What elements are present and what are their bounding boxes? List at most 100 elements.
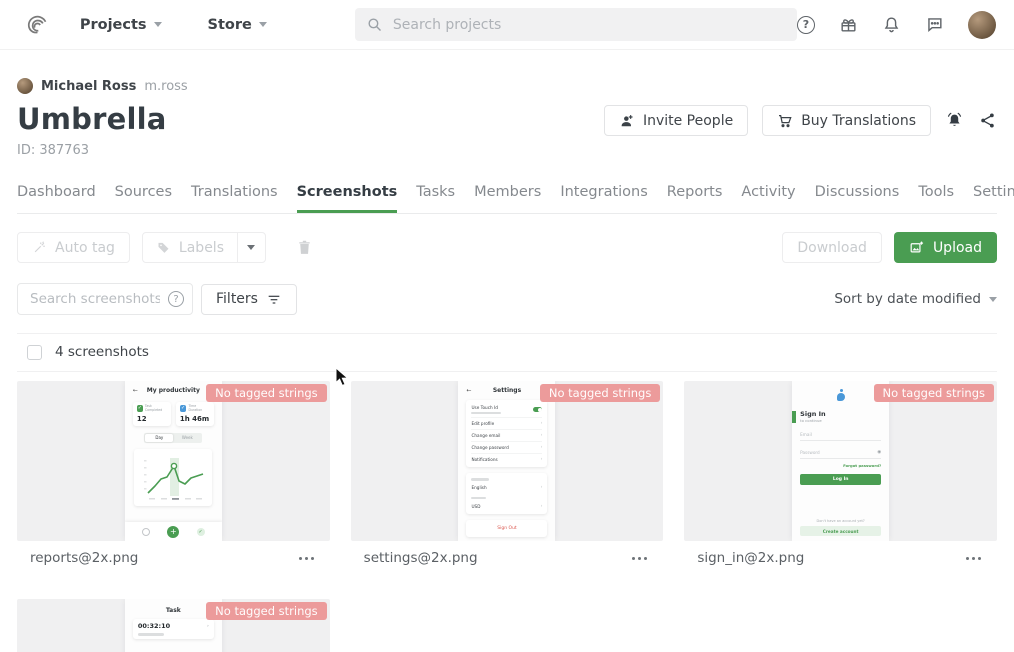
share-icon[interactable] xyxy=(978,111,997,130)
screenshot-filename[interactable]: reports@2x.png xyxy=(30,550,138,566)
download-label: Download xyxy=(797,240,867,256)
check-icon: ✓ xyxy=(197,528,205,536)
selection-row: 4 screenshots xyxy=(17,334,997,372)
search-screenshots-input[interactable] xyxy=(17,283,193,315)
tab-tools[interactable]: Tools xyxy=(918,184,954,213)
page-title: Umbrella xyxy=(17,102,167,136)
card-menu-button[interactable] xyxy=(630,553,649,564)
clock-icon: ✓ xyxy=(180,405,187,412)
check-icon: ✓ xyxy=(137,405,143,412)
filter-row: ? Filters Sort by date modified xyxy=(17,283,997,315)
status-badge: No tagged strings xyxy=(540,384,660,402)
preview-chart xyxy=(134,449,212,506)
screenshot-card-task: No tagged strings Task ⋯ 00:32:10 › xyxy=(17,599,330,652)
tab-dashboard[interactable]: Dashboard xyxy=(17,184,96,213)
preview-title: Task ⋯ xyxy=(133,607,214,614)
person-add-icon xyxy=(619,113,635,129)
preview-title: ← My productivity xyxy=(133,387,214,394)
project-actions: Invite People Buy Translations xyxy=(604,105,997,136)
toolbar-right: Download Upload xyxy=(782,232,997,263)
preview-reports: ← My productivity ✓ Task Completed 12 xyxy=(125,381,222,541)
nav-store-label: Store xyxy=(208,17,252,33)
status-badge: No tagged strings xyxy=(206,602,326,620)
owner-name[interactable]: Michael Ross xyxy=(41,79,136,94)
delete-icon[interactable] xyxy=(296,239,313,256)
screenshot-thumbnail[interactable]: No tagged strings ← My productivity ✓ Ta… xyxy=(17,381,330,541)
labels-split-button: Labels xyxy=(142,232,266,263)
help-icon[interactable]: ? xyxy=(797,16,815,34)
search-projects-input[interactable] xyxy=(355,8,797,41)
tag-icon xyxy=(156,240,171,255)
messages-icon[interactable] xyxy=(925,15,944,34)
chevron-down-icon xyxy=(154,22,162,27)
tab-translations[interactable]: Translations xyxy=(191,184,278,213)
cart-icon xyxy=(777,113,793,129)
clock-icon xyxy=(142,528,150,536)
screenshot-filename[interactable]: sign_in@2x.png xyxy=(697,550,804,566)
plus-icon: + xyxy=(167,526,179,538)
notifications-bell-icon[interactable] xyxy=(882,15,901,34)
preview-toggle: Day Week xyxy=(144,433,202,443)
tab-members[interactable]: Members xyxy=(474,184,541,213)
chevron-down-icon xyxy=(247,245,255,250)
top-nav: Projects Store ? xyxy=(0,0,1014,50)
nav-store[interactable]: Store xyxy=(208,17,267,33)
tab-reports[interactable]: Reports xyxy=(667,184,723,213)
nav-projects-label: Projects xyxy=(80,17,147,33)
select-all-checkbox[interactable] xyxy=(27,345,42,360)
labels-button[interactable]: Labels xyxy=(143,233,238,262)
upload-button[interactable]: Upload xyxy=(894,232,997,263)
preview-bottom-bar: + ✓ xyxy=(125,522,222,541)
card-menu-button[interactable] xyxy=(964,553,983,564)
invite-people-label: Invite People xyxy=(643,113,733,129)
auto-tag-button[interactable]: Auto tag xyxy=(17,232,130,263)
screenshot-thumbnail[interactable]: No tagged strings ← Settings Use Touch I… xyxy=(351,381,664,541)
chevron-down-icon xyxy=(989,297,997,302)
tab-sources[interactable]: Sources xyxy=(115,184,172,213)
invite-people-button[interactable]: Invite People xyxy=(604,105,748,136)
filters-label: Filters xyxy=(216,291,258,307)
eye-icon: ◉ xyxy=(877,450,881,455)
screenshot-thumbnail[interactable]: No tagged strings Sign In to continue Em… xyxy=(684,381,997,541)
tab-integrations[interactable]: Integrations xyxy=(560,184,647,213)
screenshots-toolbar: Auto tag Labels Download xyxy=(17,232,997,263)
back-arrow-icon: ← xyxy=(466,387,471,394)
screenshot-thumbnail[interactable]: No tagged strings Task ⋯ 00:32:10 › xyxy=(17,599,330,652)
gift-icon[interactable] xyxy=(839,15,858,34)
screenshot-card-signin: No tagged strings Sign In to continue Em… xyxy=(684,381,997,566)
chevron-down-icon xyxy=(259,22,267,27)
user-avatar[interactable] xyxy=(968,11,996,39)
project-id: ID: 387763 xyxy=(17,143,997,158)
projects-search xyxy=(355,8,797,41)
watch-bell-icon[interactable] xyxy=(945,111,964,130)
buy-translations-label: Buy Translations xyxy=(801,113,916,129)
search-help-icon[interactable]: ? xyxy=(168,291,184,307)
page-content: Michael Ross m.ross Umbrella Invite Peop… xyxy=(0,78,1014,652)
nav-right-icons: ? xyxy=(797,11,996,39)
tab-discussions[interactable]: Discussions xyxy=(815,184,900,213)
upload-label: Upload xyxy=(933,240,982,256)
nav-projects[interactable]: Projects xyxy=(80,17,162,33)
card-menu-button[interactable] xyxy=(297,553,316,564)
labels-dropdown-button[interactable] xyxy=(238,233,265,262)
sort-dropdown[interactable]: Sort by date modified xyxy=(834,291,997,307)
screenshots-count: 4 screenshots xyxy=(55,344,149,360)
status-badge: No tagged strings xyxy=(874,384,994,402)
back-arrow-icon: ← xyxy=(133,387,138,394)
app-logo-icon[interactable] xyxy=(24,12,50,38)
screenshot-filename[interactable]: settings@2x.png xyxy=(364,550,478,566)
tab-tasks[interactable]: Tasks xyxy=(416,184,455,213)
filters-button[interactable]: Filters xyxy=(201,284,297,315)
preview-stat: ✓ Task Completed 12 xyxy=(133,402,171,426)
auto-tag-label: Auto tag xyxy=(55,240,115,256)
search-icon xyxy=(366,16,383,33)
download-button[interactable]: Download xyxy=(782,232,882,263)
tab-settings[interactable]: Settings xyxy=(973,184,1014,213)
project-title-row: Umbrella Invite People Buy Translations xyxy=(17,102,997,136)
buy-translations-button[interactable]: Buy Translations xyxy=(762,105,931,136)
tab-screenshots[interactable]: Screenshots xyxy=(297,184,398,213)
tab-activity[interactable]: Activity xyxy=(741,184,795,213)
project-owner-row: Michael Ross m.ross xyxy=(17,78,997,94)
image-add-icon xyxy=(909,240,924,255)
owner-avatar[interactable] xyxy=(17,78,33,94)
